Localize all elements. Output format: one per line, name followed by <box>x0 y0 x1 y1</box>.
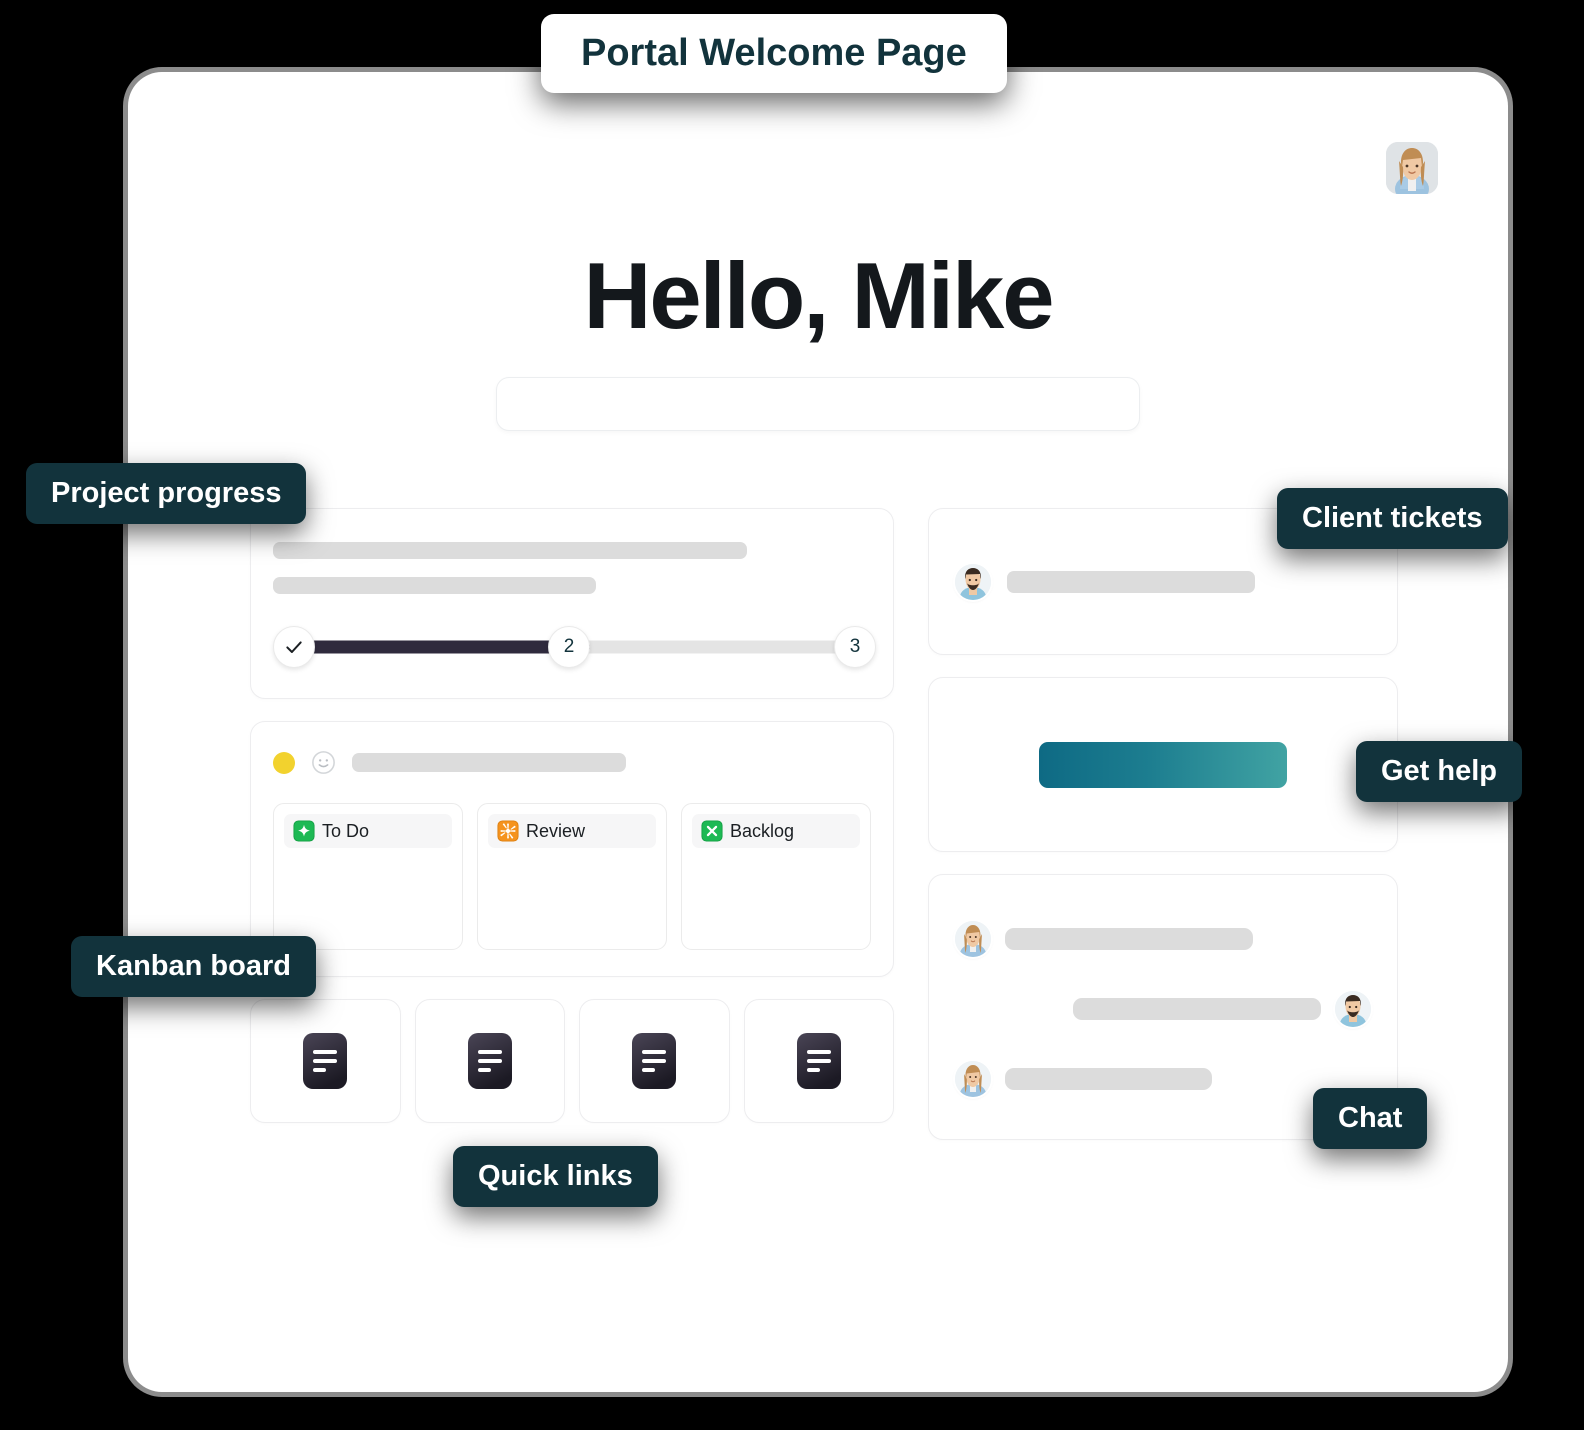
quick-link-tile[interactable] <box>414 999 565 1123</box>
annotation-get-help: Get help <box>1356 741 1523 803</box>
status-dot-icon <box>273 751 295 774</box>
skeleton-line <box>273 542 747 559</box>
stepper-fill <box>294 640 590 654</box>
project-progress-card: 2 3 <box>250 508 894 699</box>
right-column <box>928 508 1398 1140</box>
avatar <box>955 563 991 600</box>
stepper-step-3[interactable]: 3 <box>834 626 876 668</box>
kanban-column-chip[interactable]: Backlog <box>692 814 860 848</box>
kanban-header <box>273 750 871 775</box>
progress-stepper: 2 3 <box>273 626 876 668</box>
portal-screen: Hello, Mike 2 3 To Do Review Backlog <box>160 104 1476 1364</box>
check-icon <box>286 641 302 653</box>
document-icon <box>632 1033 677 1089</box>
kanban-board-card: To Do Review Backlog <box>250 721 894 977</box>
annotation-chat: Chat <box>1313 1088 1428 1150</box>
kanban-columns: To Do Review Backlog <box>273 803 871 950</box>
dashboard-content: 2 3 To Do Review Backlog <box>250 508 1398 1140</box>
stepper-step-label: 2 <box>563 636 575 657</box>
skeleton-line <box>352 753 626 772</box>
annotation-quick-links: Quick links <box>453 1146 658 1208</box>
skeleton-line <box>1007 570 1255 593</box>
orange-star-icon <box>497 820 519 842</box>
quick-link-tile[interactable] <box>579 999 730 1123</box>
quick-link-tile[interactable] <box>743 999 894 1123</box>
annotation-client-tickets: Client tickets <box>1277 488 1508 550</box>
user-avatar-man-icon <box>955 563 991 600</box>
green-sparkle-icon <box>293 820 315 842</box>
kanban-column-chip[interactable]: To Do <box>284 814 452 848</box>
annotation-kanban-board: Kanban board <box>71 936 316 998</box>
kanban-column-label: Backlog <box>730 820 795 841</box>
avatar[interactable] <box>1386 142 1438 194</box>
avatar <box>955 921 991 957</box>
chat-message <box>955 991 1371 1027</box>
smiley-face-icon[interactable] <box>311 750 336 775</box>
left-column: 2 3 To Do Review Backlog <box>250 508 894 1140</box>
user-avatar-man-icon <box>1335 991 1371 1027</box>
kanban-column[interactable]: To Do <box>273 803 463 950</box>
skeleton-line <box>273 577 596 594</box>
stepper-step-1[interactable] <box>273 626 315 668</box>
chat-bubble <box>1005 1068 1212 1090</box>
kanban-column-chip[interactable]: Review <box>488 814 656 848</box>
quick-links-row <box>250 999 894 1123</box>
page-title: Hello, Mike <box>583 243 1054 348</box>
chat-bubble <box>1005 928 1253 950</box>
avatar <box>955 1061 991 1097</box>
chat-message <box>955 1061 1371 1097</box>
avatar <box>1335 991 1371 1027</box>
search-bar[interactable] <box>496 377 1140 431</box>
quick-link-tile[interactable] <box>250 999 401 1123</box>
get-help-button[interactable] <box>1039 741 1287 788</box>
kanban-column[interactable]: Backlog <box>681 803 871 950</box>
chat-message <box>955 921 1371 957</box>
kanban-column-label: Review <box>526 820 586 841</box>
document-icon <box>303 1033 348 1089</box>
user-avatar-woman-icon <box>955 921 991 957</box>
get-help-card <box>928 677 1398 852</box>
stepper-step-label: 3 <box>849 636 861 657</box>
chat-bubble <box>1073 998 1321 1020</box>
annotation-project-progress: Project progress <box>26 463 307 525</box>
ticket-row[interactable] <box>955 563 1371 600</box>
annotation-page-title: Portal Welcome Page <box>541 14 1007 93</box>
kanban-column-label: To Do <box>322 820 370 841</box>
kanban-column[interactable]: Review <box>477 803 667 950</box>
user-avatar-woman-icon <box>955 1061 991 1097</box>
user-avatar-woman-icon <box>1386 142 1438 194</box>
document-icon <box>796 1033 841 1089</box>
stepper-step-2[interactable]: 2 <box>548 626 590 668</box>
document-icon <box>467 1033 512 1089</box>
green-x-icon <box>701 820 723 842</box>
search-input[interactable] <box>497 378 1139 430</box>
